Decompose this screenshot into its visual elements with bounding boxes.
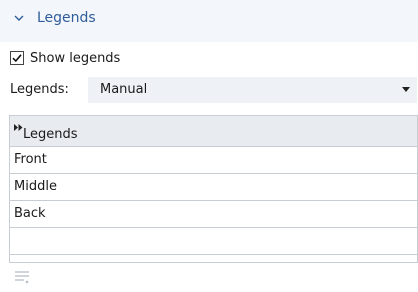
fast-forward-icon[interactable] bbox=[14, 120, 23, 135]
list-settings-icon[interactable] bbox=[14, 270, 30, 286]
table-cell[interactable]: Front bbox=[14, 152, 47, 167]
chevron-down-icon[interactable] bbox=[14, 12, 24, 22]
column-header-legends[interactable]: Legends bbox=[23, 127, 78, 142]
section-title: Legends bbox=[37, 10, 96, 26]
table-cell[interactable]: Back bbox=[14, 206, 46, 221]
legends-select-value: Manual bbox=[100, 82, 148, 97]
section-header-legends[interactable]: Legends bbox=[0, 0, 418, 42]
table-row[interactable]: Front bbox=[10, 147, 417, 174]
show-legends-label: Show legends bbox=[30, 50, 121, 66]
table-row[interactable] bbox=[10, 228, 417, 255]
checkmark-icon bbox=[12, 54, 22, 63]
dropdown-arrow-icon[interactable] bbox=[402, 87, 410, 92]
legends-table[interactable]: Legends Front Middle Back bbox=[9, 115, 418, 263]
legends-select[interactable]: Manual bbox=[88, 77, 417, 103]
table-header: Legends bbox=[10, 116, 417, 147]
show-legends-checkbox[interactable] bbox=[10, 51, 24, 65]
show-legends-checkbox-row[interactable]: Show legends bbox=[10, 49, 120, 67]
legends-select-label: Legends: bbox=[10, 82, 69, 97]
table-row[interactable]: Middle bbox=[10, 174, 417, 201]
table-row[interactable]: Back bbox=[10, 201, 417, 228]
table-cell[interactable]: Middle bbox=[14, 179, 57, 194]
